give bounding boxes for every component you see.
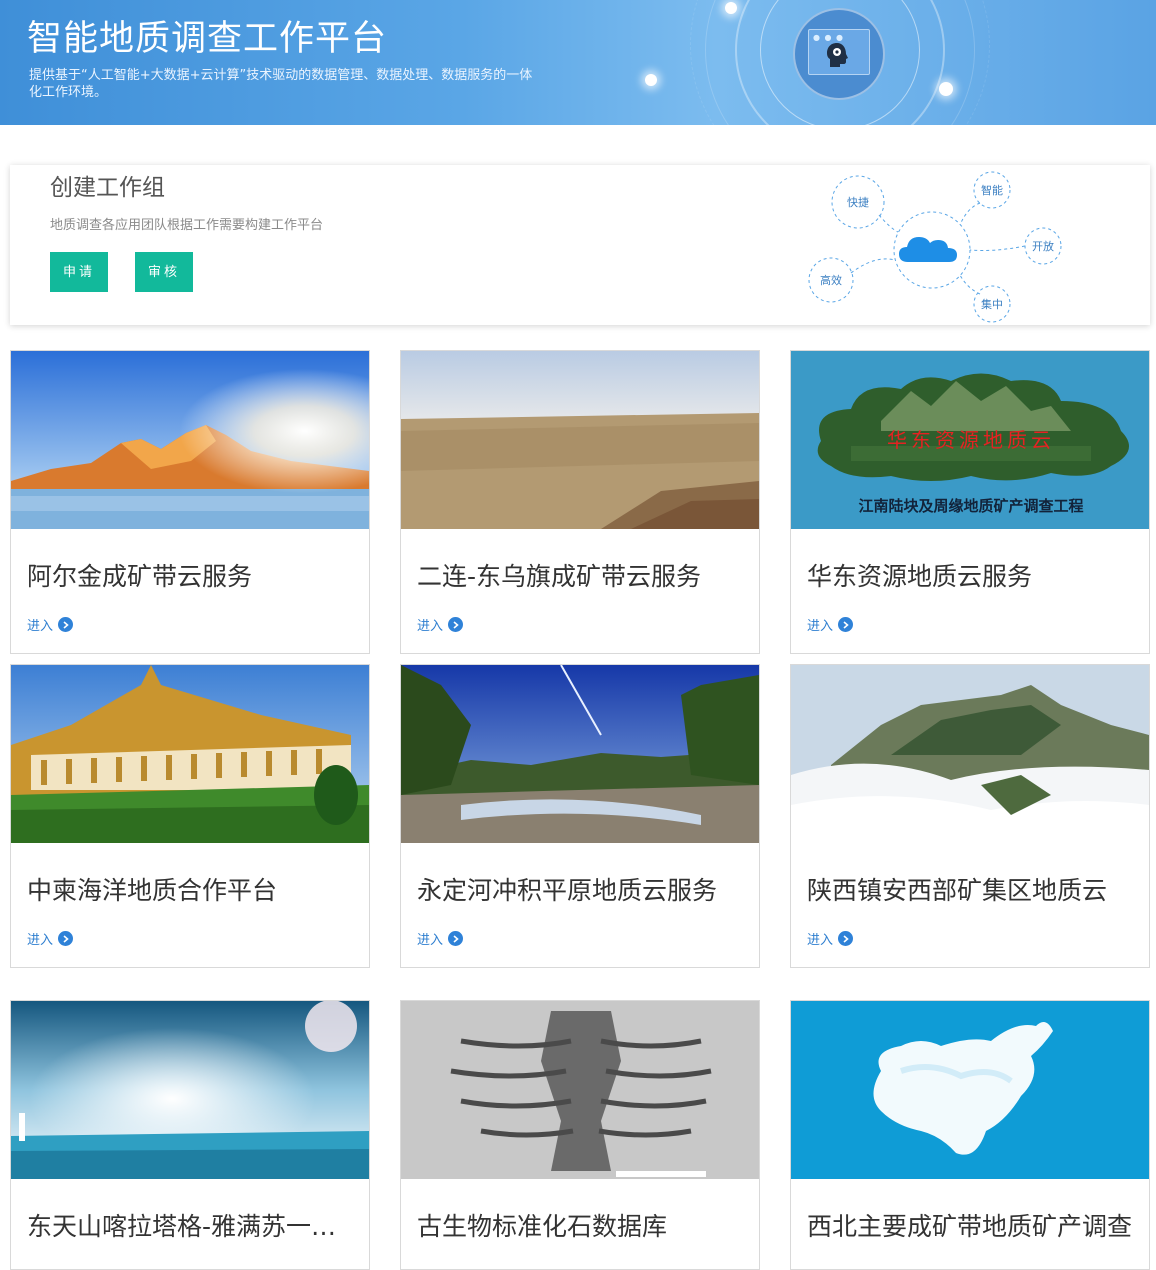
service-card[interactable]: 西北主要成矿带地质矿产调查	[790, 1000, 1150, 1270]
workgroup-title: 创建工作组	[50, 175, 165, 201]
page-description: 提供基于“人工智能+大数据+云计算”技术驱动的数据管理、数据处理、数据服务的一体…	[29, 68, 533, 100]
card-image	[11, 351, 369, 529]
image-caption-top: 华东资源地质云	[887, 428, 1055, 452]
chevron-right-icon	[448, 617, 464, 632]
review-button[interactable]: 审核	[135, 252, 193, 292]
enter-label: 进入	[27, 933, 54, 948]
card-title: 陕西镇安西部矿集区地质云	[807, 876, 1108, 905]
enter-link[interactable]: 进入	[417, 929, 464, 948]
diagram-label-fast: 快捷	[847, 195, 869, 209]
card-title: 阿尔金成矿带云服务	[27, 562, 253, 591]
card-title: 中柬海洋地质合作平台	[27, 876, 278, 905]
create-workgroup-panel: 创建工作组 地质调查各应用团队根据工作需要构建工作平台 申请 审核 快捷 智能 …	[10, 165, 1150, 325]
header-banner: ● ● ● 智能地质调查工作平台 提供基于“人工智能+大数据+云计算”技术驱动的…	[0, 0, 1156, 125]
card-image	[401, 665, 759, 843]
service-card[interactable]: 永定河冲积平原地质云服务 进入	[400, 664, 760, 968]
service-card[interactable]: 阿尔金成矿带云服务 进入	[10, 350, 370, 654]
diagram-label-efficient: 高效	[820, 273, 842, 287]
card-title: 华东资源地质云服务	[807, 562, 1033, 591]
card-title: 西北主要成矿带地质矿产调查	[807, 1212, 1133, 1241]
card-title: 东天山喀拉塔格-雅满苏一带地质矿产	[27, 1212, 357, 1241]
apply-button[interactable]: 申请	[50, 252, 108, 292]
chevron-right-icon	[838, 617, 854, 632]
decor-light	[645, 74, 657, 86]
page-title: 智能地质调查工作平台	[27, 19, 388, 59]
decor-light	[939, 82, 953, 96]
service-card[interactable]: 陕西镇安西部矿集区地质云 进入	[790, 664, 1150, 968]
enter-link[interactable]: 进入	[27, 929, 74, 948]
service-card[interactable]: 中柬海洋地质合作平台 进入	[10, 664, 370, 968]
chevron-right-icon	[448, 931, 464, 946]
enter-label: 进入	[807, 933, 834, 948]
service-card[interactable]: 二连-东乌旗成矿带云服务 进入	[400, 350, 760, 654]
chevron-right-icon	[838, 931, 854, 946]
workgroup-description: 地质调查各应用团队根据工作需要构建工作平台	[50, 218, 324, 233]
chevron-right-icon	[58, 617, 74, 632]
service-card[interactable]: 华东资源地质云 江南陆块及周缘地质矿产调查工程 华东资源地质云服务 进入	[790, 350, 1150, 654]
service-card[interactable]: 东天山喀拉塔格-雅满苏一带地质矿产	[10, 1000, 370, 1270]
card-title: 古生物标准化石数据库	[417, 1212, 668, 1241]
card-image	[791, 1001, 1149, 1179]
card-image	[11, 1001, 369, 1179]
enter-label: 进入	[417, 619, 444, 634]
card-image	[401, 1001, 759, 1179]
enter-link[interactable]: 进入	[807, 615, 854, 634]
cloud-icon	[899, 237, 957, 262]
card-image	[11, 665, 369, 843]
enter-label: 进入	[417, 933, 444, 948]
card-image	[791, 665, 1149, 843]
enter-link[interactable]: 进入	[27, 615, 74, 634]
cloud-features-diagram: 快捷 智能 开放 高效 集中	[808, 171, 1062, 323]
brain-head-icon	[827, 43, 848, 67]
enter-link[interactable]: 进入	[807, 929, 854, 948]
card-image: 华东资源地质云 江南陆块及周缘地质矿产调查工程	[791, 351, 1149, 529]
enter-link[interactable]: 进入	[417, 615, 464, 634]
card-title: 二连-东乌旗成矿带云服务	[417, 562, 702, 591]
service-card[interactable]: 古生物标准化石数据库	[400, 1000, 760, 1270]
diagram-label-central: 集中	[981, 297, 1003, 311]
diagram-label-smart: 智能	[981, 183, 1003, 197]
enter-label: 进入	[807, 619, 834, 634]
image-caption-bottom: 江南陆块及周缘地质矿产调查工程	[858, 497, 1083, 515]
card-title: 永定河冲积平原地质云服务	[417, 876, 718, 905]
card-image	[401, 351, 759, 529]
diagram-label-open: 开放	[1032, 239, 1054, 253]
chevron-right-icon	[58, 931, 74, 946]
decor-light	[725, 2, 737, 14]
enter-label: 进入	[27, 619, 54, 634]
